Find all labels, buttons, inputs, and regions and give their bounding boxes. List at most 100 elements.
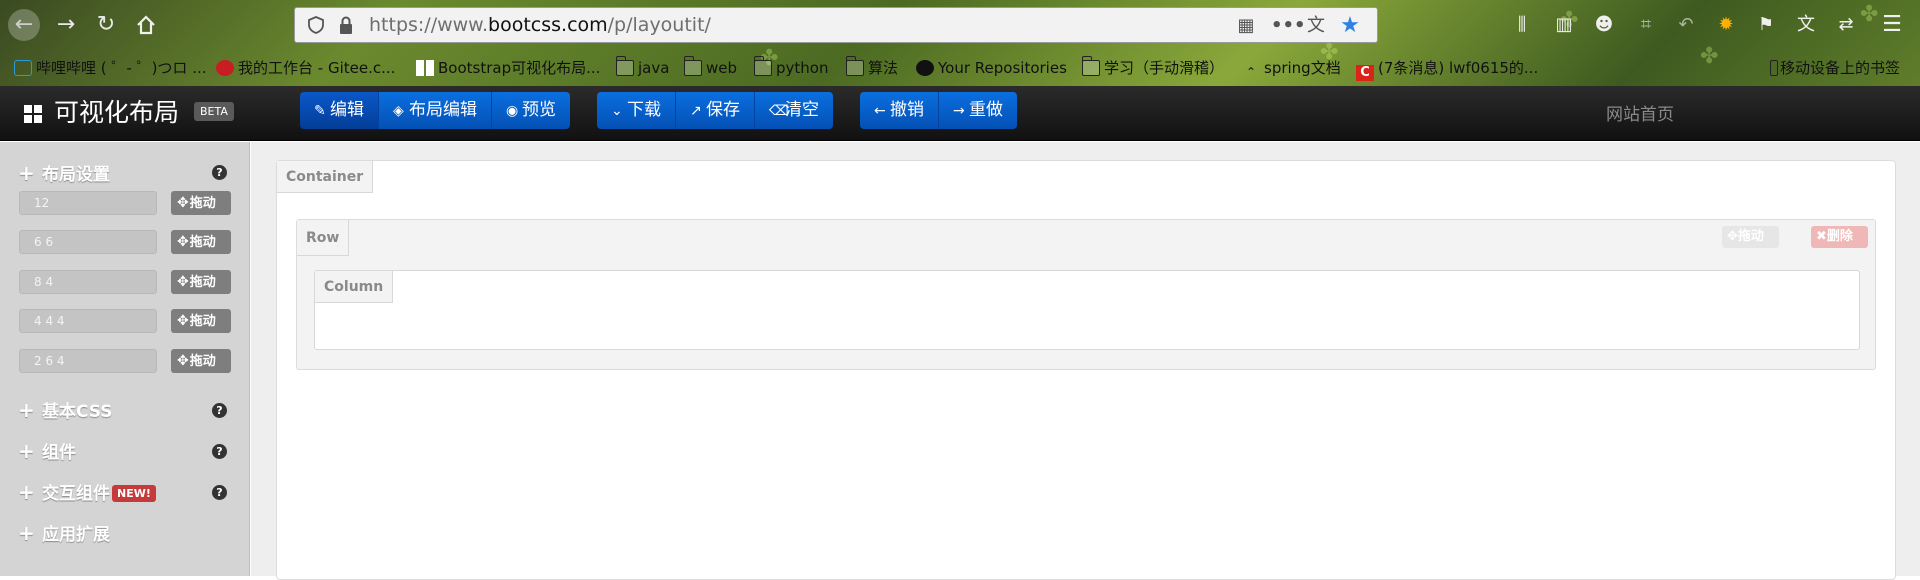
qrcode-icon[interactable]: ▦ bbox=[1235, 15, 1257, 37]
sync-icon[interactable]: ⇄ bbox=[1834, 13, 1858, 37]
plus-icon: + bbox=[18, 439, 35, 463]
layout-canvas: Container Row ✥拖动 ✖删除 Column bbox=[251, 142, 1920, 580]
url-text: https://www.bootcss.com/p/layoutit/ bbox=[369, 14, 711, 36]
bookmark-star-icon[interactable]: ★ bbox=[1339, 15, 1361, 37]
undo-arrow-icon[interactable]: ↶ bbox=[1674, 13, 1698, 37]
shield-icon bbox=[308, 16, 324, 34]
drag-button[interactable]: ✥拖动 bbox=[171, 349, 231, 373]
grid-icon bbox=[416, 60, 434, 76]
mobile-icon bbox=[1770, 60, 1778, 76]
address-bar[interactable]: https://www.bootcss.com/p/layoutit/ ▦ ••… bbox=[294, 7, 1378, 43]
grid-row-item: 6 6 ✥拖动 bbox=[19, 230, 231, 254]
layout-edit-button[interactable]: ◈ 布局编辑 bbox=[379, 92, 492, 129]
translate-extension-icon[interactable]: 文 bbox=[1794, 13, 1818, 37]
app-navbar: 可视化布局 BETA ✎ 编辑 ◈ 布局编辑 ◉ 预览 ⌄ 下载 ↗ 保存 ⌫清空 ← 撤销… bbox=[0, 86, 1920, 141]
plus-icon: + bbox=[18, 480, 35, 504]
sidebar-section-basic-css[interactable]: + 基本CSS bbox=[18, 397, 113, 423]
grid-row-item: 12 ✥拖动 bbox=[19, 191, 231, 215]
sidebar-section-layout[interactable]: + 布局设置 bbox=[18, 160, 110, 186]
help-icon[interactable]: ? bbox=[212, 165, 227, 180]
drag-button[interactable]: ✥拖动 bbox=[171, 230, 231, 254]
save-button[interactable]: ↗ 保存 bbox=[676, 92, 755, 129]
move-icon: ✥ bbox=[177, 234, 189, 250]
clear-button[interactable]: ⌫清空 bbox=[755, 92, 833, 129]
close-icon: ✖ bbox=[1816, 229, 1827, 244]
grid-row-item: 2 6 4 ✥拖动 bbox=[19, 349, 231, 373]
help-icon[interactable]: ? bbox=[212, 485, 227, 500]
arrow-left-icon: ← bbox=[874, 103, 886, 119]
chevron-down-icon: ⌄ bbox=[611, 103, 623, 119]
undo-button[interactable]: ← 撤销 bbox=[860, 92, 939, 129]
bookmark-item[interactable]: 哔哩哔哩 ( ゜- ゜)つロ ... bbox=[14, 54, 207, 82]
plus-icon: + bbox=[18, 161, 35, 185]
crop-icon[interactable]: ⌗ bbox=[1634, 13, 1658, 37]
bookmark-item[interactable]: C (7条消息) lwf0615的... bbox=[1356, 54, 1538, 82]
grid-row-input[interactable]: 8 4 bbox=[19, 270, 157, 294]
translate-icon[interactable]: 文 bbox=[1305, 15, 1327, 37]
bookmark-folder[interactable]: 学习（手动滑稽） bbox=[1082, 54, 1224, 82]
drag-button[interactable]: ✥拖动 bbox=[171, 309, 231, 333]
grid-row-input[interactable]: 4 4 4 bbox=[19, 309, 157, 333]
drag-button[interactable]: ✥拖动 bbox=[171, 270, 231, 294]
bookmark-extension-icon[interactable]: ⚑ bbox=[1754, 13, 1778, 37]
trash-icon: ⌫ bbox=[769, 103, 789, 119]
extension-icon[interactable]: ✹ bbox=[1714, 13, 1738, 37]
bookmark-folder[interactable]: web bbox=[684, 54, 737, 82]
move-icon: ✥ bbox=[1727, 229, 1738, 244]
help-icon[interactable]: ? bbox=[212, 403, 227, 418]
eye-icon: ◉ bbox=[506, 103, 519, 119]
menu-icon[interactable]: ☰ bbox=[1880, 13, 1904, 37]
grid-row-input[interactable]: 2 6 4 bbox=[19, 349, 157, 373]
grid-row-input[interactable]: 6 6 bbox=[19, 230, 157, 254]
edit-button[interactable]: ✎ 编辑 bbox=[300, 92, 379, 129]
arrow-right-icon: → bbox=[953, 103, 965, 119]
bookmark-item[interactable]: Bootstrap可视化布局... bbox=[416, 54, 600, 82]
home-icon[interactable] bbox=[130, 9, 162, 41]
container-label: Container bbox=[277, 161, 374, 193]
help-icon[interactable]: ? bbox=[212, 444, 227, 459]
plus-icon: + bbox=[18, 398, 35, 422]
more-actions-icon[interactable]: ••• bbox=[1271, 15, 1306, 37]
history-button-group: ← 撤销 → 重做 bbox=[860, 92, 1017, 129]
bookmark-item[interactable]: 移动设备上的书签 bbox=[1770, 54, 1900, 82]
preview-button[interactable]: ◉ 预览 bbox=[492, 92, 570, 129]
profile-avatar-icon[interactable]: ☻ bbox=[1592, 13, 1616, 37]
row-block[interactable]: Row ✥拖动 ✖删除 Column bbox=[296, 219, 1876, 370]
container-block[interactable]: Container Row ✥拖动 ✖删除 Column bbox=[276, 160, 1896, 580]
csdn-icon: C bbox=[1356, 65, 1374, 81]
back-icon[interactable]: ← bbox=[8, 9, 40, 41]
sidebar-section-interactive[interactable]: + 交互组件 NEW! bbox=[18, 479, 156, 505]
bookmark-folder[interactable]: 算法 bbox=[846, 54, 898, 82]
sidebar-icon[interactable]: ▥ bbox=[1552, 13, 1576, 37]
column-block[interactable]: Column bbox=[314, 270, 1860, 350]
bookmark-folder[interactable]: python bbox=[754, 54, 828, 82]
bookmark-folder[interactable]: java bbox=[616, 54, 669, 82]
move-icon: ✥ bbox=[177, 274, 189, 290]
grid-row-item: 8 4 ✥拖动 bbox=[19, 270, 231, 294]
download-button[interactable]: ⌄ 下载 bbox=[597, 92, 676, 129]
row-delete-button[interactable]: ✖删除 bbox=[1811, 226, 1868, 248]
folder-icon bbox=[846, 56, 864, 76]
gitee-icon bbox=[216, 60, 234, 76]
row-drag-button[interactable]: ✥拖动 bbox=[1722, 226, 1779, 248]
grid-row-item: 4 4 4 ✥拖动 bbox=[19, 309, 231, 333]
bookmark-item[interactable]: Your Repositories bbox=[916, 54, 1067, 82]
library-icon[interactable]: ⫼ bbox=[1510, 13, 1534, 37]
sidebar-section-extensions[interactable]: + 应用扩展 bbox=[18, 520, 110, 546]
site-home-link[interactable]: 网站首页 bbox=[1606, 100, 1674, 125]
folder-icon bbox=[1082, 56, 1100, 76]
reload-icon[interactable]: ↻ bbox=[90, 9, 122, 41]
forward-icon[interactable]: → bbox=[50, 9, 82, 41]
bookmarks-bar: 哔哩哔哩 ( ゜- ゜)つロ ... 我的工作台 - Gitee.c... Bo… bbox=[0, 54, 1920, 82]
brand[interactable]: 可视化布局 bbox=[24, 97, 179, 129]
column-label: Column bbox=[315, 271, 394, 303]
sidebar-section-components[interactable]: + 组件 bbox=[18, 438, 76, 464]
bookmark-item[interactable]: ⌃ spring文档 bbox=[1242, 54, 1341, 82]
grid-logo-icon bbox=[24, 105, 42, 123]
redo-button[interactable]: → 重做 bbox=[939, 92, 1017, 129]
bookmark-item[interactable]: 我的工作台 - Gitee.c... bbox=[216, 54, 395, 82]
move-icon: ✥ bbox=[177, 195, 189, 211]
grid-row-input[interactable]: 12 bbox=[19, 191, 157, 215]
drag-button[interactable]: ✥拖动 bbox=[171, 191, 231, 215]
edit-button-group: ✎ 编辑 ◈ 布局编辑 ◉ 预览 bbox=[300, 92, 570, 129]
